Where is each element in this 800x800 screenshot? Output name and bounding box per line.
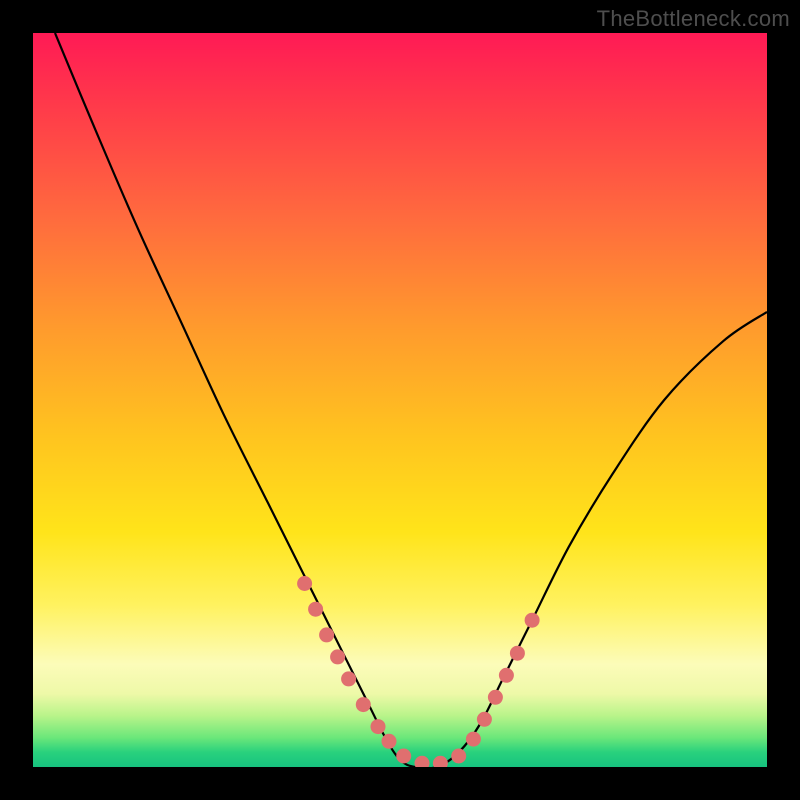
bottleneck-curve	[55, 33, 767, 767]
watermark-text: TheBottleneck.com	[597, 6, 790, 32]
curve-marker	[330, 649, 345, 664]
curve-marker	[477, 712, 492, 727]
curve-marker	[371, 719, 386, 734]
curve-marker	[525, 613, 540, 628]
curve-marker	[451, 749, 466, 764]
curve-marker	[356, 697, 371, 712]
curve-marker	[319, 627, 334, 642]
plot-area	[33, 33, 767, 767]
curve-marker	[396, 749, 411, 764]
chart-svg	[33, 33, 767, 767]
curve-path	[55, 33, 767, 767]
curve-marker	[499, 668, 514, 683]
curve-marker	[297, 576, 312, 591]
curve-markers	[297, 576, 539, 767]
curve-marker	[466, 732, 481, 747]
curve-marker	[415, 756, 430, 767]
curve-marker	[382, 734, 397, 749]
curve-marker	[308, 602, 323, 617]
chart-frame: TheBottleneck.com	[0, 0, 800, 800]
curve-marker	[488, 690, 503, 705]
curve-marker	[341, 671, 356, 686]
curve-marker	[510, 646, 525, 661]
curve-marker	[433, 756, 448, 767]
